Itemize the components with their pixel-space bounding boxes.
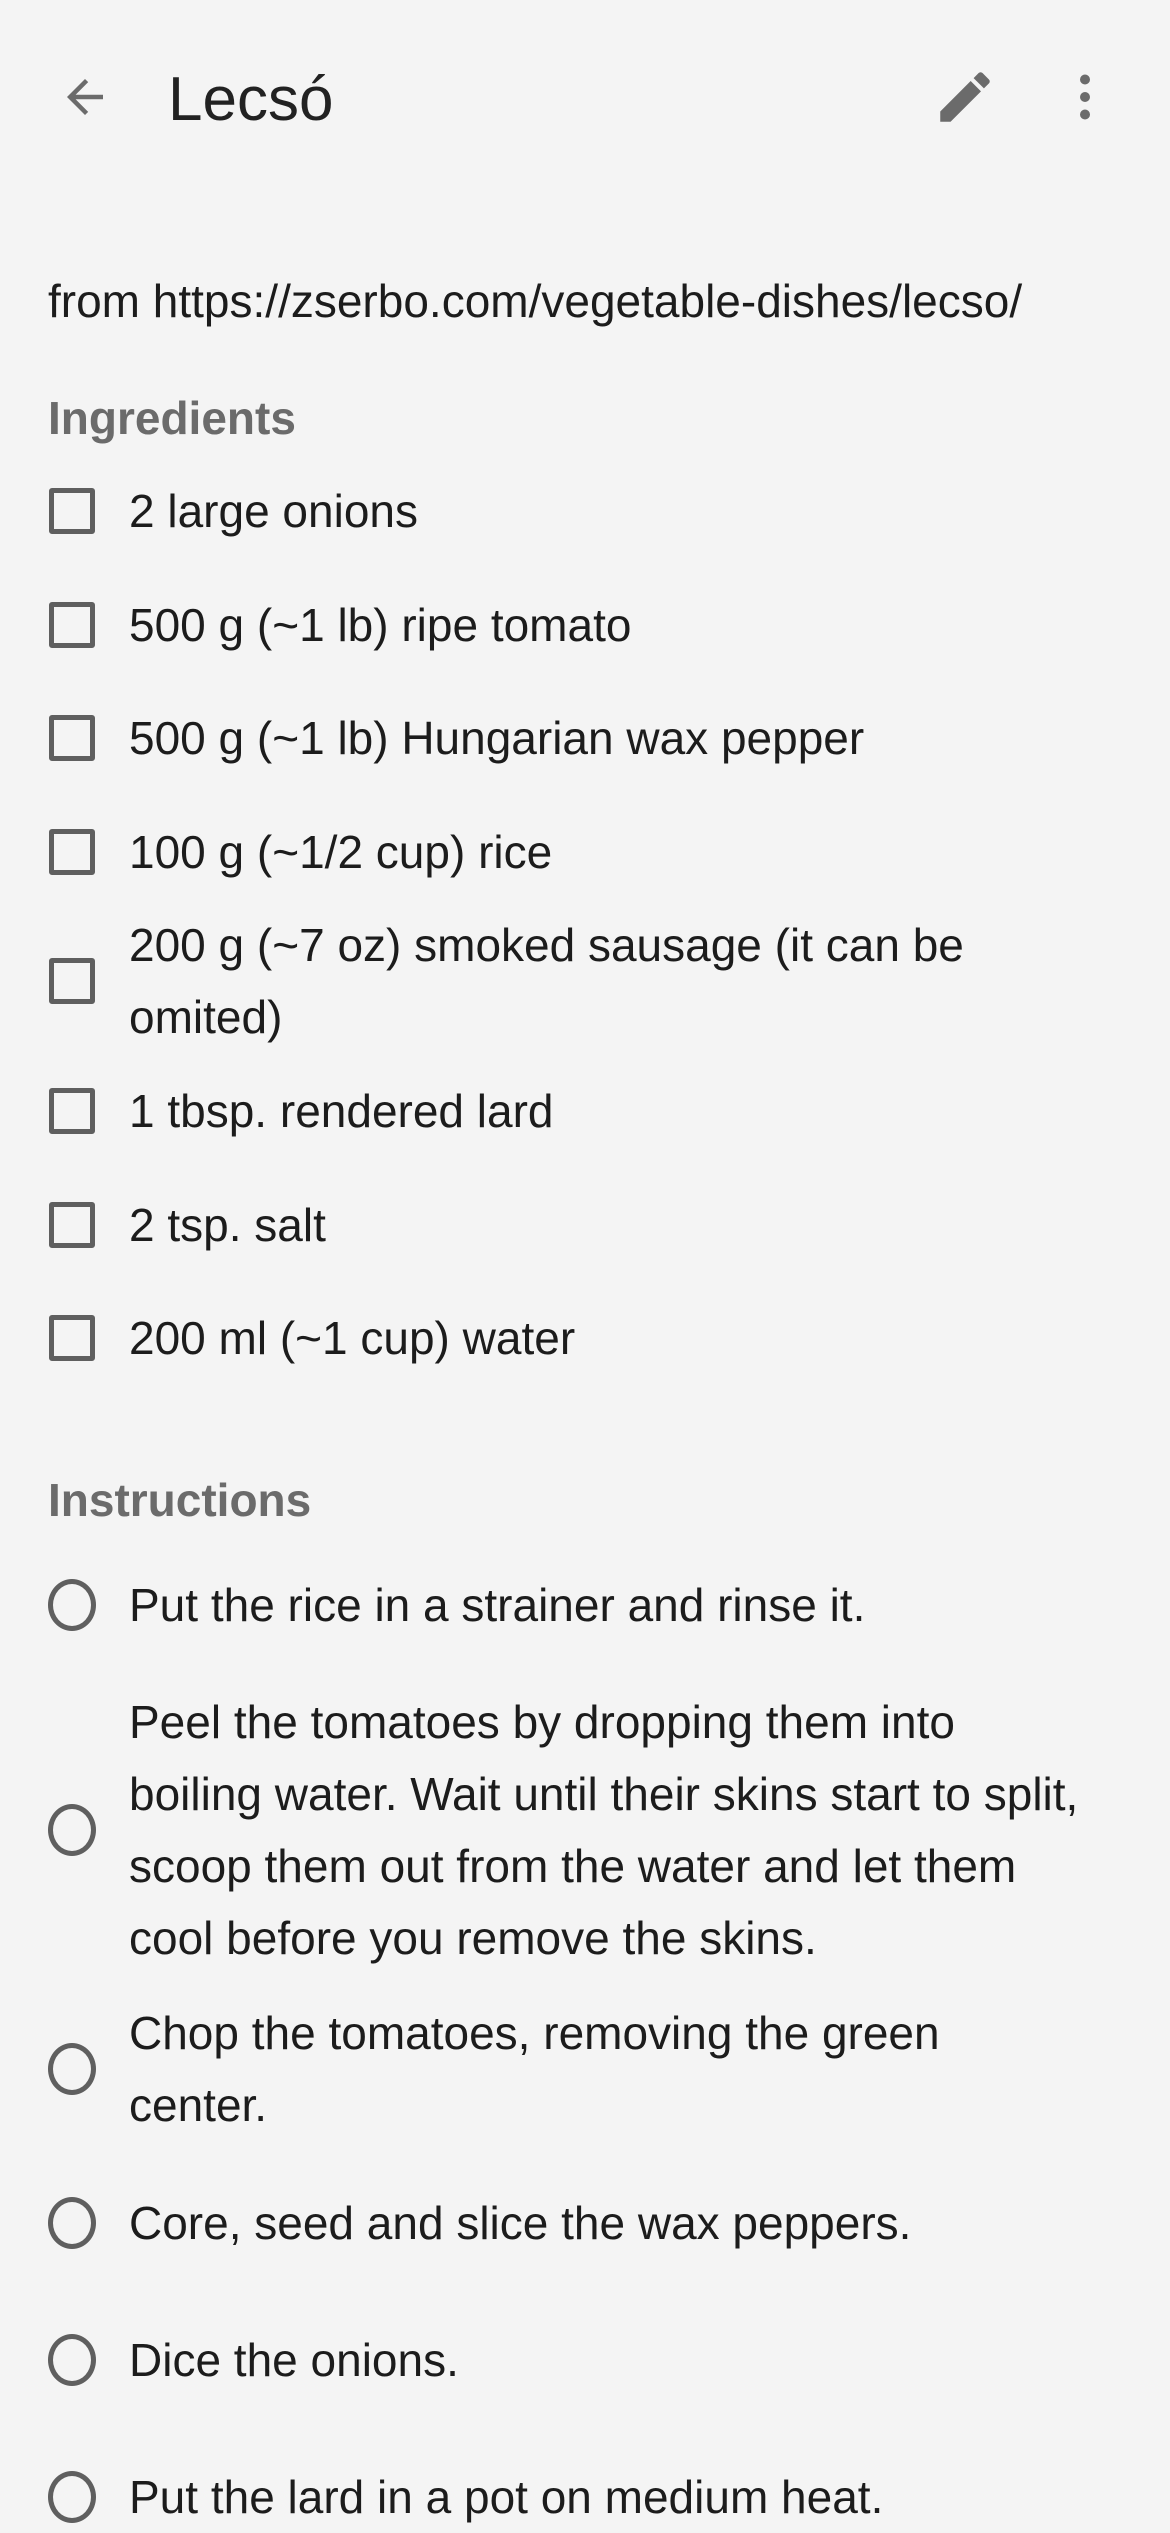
app-bar: Lecsó [0, 0, 1170, 200]
ingredient-item[interactable]: 500 g (~1 lb) ripe tomato [0, 589, 1170, 661]
ingredient-checkbox[interactable] [48, 714, 96, 762]
back-button[interactable] [40, 48, 130, 146]
ingredient-item[interactable]: 2 tsp. salt [0, 1189, 1170, 1261]
ingredient-checkbox[interactable] [48, 957, 96, 1005]
step-radio[interactable] [48, 2043, 96, 2095]
ingredient-label: 100 g (~1/2 cup) rice [129, 826, 553, 878]
edit-button[interactable] [920, 48, 1010, 146]
more-vert-icon [1080, 74, 1090, 120]
arrow-back-icon [67, 79, 103, 115]
ingredient-label: 2 large onions [129, 485, 418, 537]
step-label: Peel the tomatoes by dropping them into … [129, 1696, 1079, 1964]
ingredient-checkbox[interactable] [48, 487, 96, 535]
step-radio[interactable] [48, 1804, 96, 1856]
ingredient-label: 2 tsp. salt [129, 1199, 326, 1251]
instruction-step[interactable]: Core, seed and slice the wax peppers. [0, 2187, 1170, 2259]
step-label: Chop the tomatoes, removing the green ce… [129, 2007, 940, 2131]
ingredient-label: 200 ml (~1 cup) water [129, 1312, 576, 1364]
ingredient-item[interactable]: 500 g (~1 lb) Hungarian wax pepper [0, 702, 1170, 774]
ingredient-item[interactable]: 200 ml (~1 cup) water [0, 1302, 1170, 1374]
instruction-step[interactable]: Dice the onions. [0, 2324, 1170, 2396]
ingredient-checkbox[interactable] [48, 1087, 96, 1135]
step-radio[interactable] [48, 2334, 96, 2386]
ingredient-checkbox[interactable] [48, 601, 96, 649]
step-radio[interactable] [48, 2471, 96, 2523]
instruction-step[interactable]: Put the rice in a strainer and rinse it. [0, 1569, 1170, 1641]
ingredients-heading: Ingredients [48, 392, 296, 444]
instruction-step[interactable]: Peel the tomatoes by dropping them into … [0, 1686, 1170, 1974]
ingredient-label: 200 g (~7 oz) smoked sausage (it can be … [129, 919, 964, 1043]
recipe-source: from https://zserbo.com/vegetable-dishes… [48, 275, 1023, 327]
ingredient-item[interactable]: 200 g (~7 oz) smoked sausage (it can be … [0, 909, 1170, 1053]
ingredient-item[interactable]: 100 g (~1/2 cup) rice [0, 816, 1170, 888]
step-radio[interactable] [48, 2197, 96, 2249]
step-label: Core, seed and slice the wax peppers. [129, 2197, 912, 2249]
pencil-icon [940, 72, 990, 122]
ingredient-label: 1 tbsp. rendered lard [129, 1085, 554, 1137]
ingredient-checkbox[interactable] [48, 1314, 96, 1362]
more-options-button[interactable] [1040, 48, 1130, 146]
ingredient-item[interactable]: 1 tbsp. rendered lard [0, 1075, 1170, 1147]
ingredient-label: 500 g (~1 lb) ripe tomato [129, 599, 632, 651]
page-title: Lecsó [168, 65, 334, 134]
instructions-heading: Instructions [48, 1474, 312, 1526]
ingredient-label: 500 g (~1 lb) Hungarian wax pepper [129, 712, 865, 764]
ingredient-item[interactable]: 2 large onions [0, 475, 1170, 547]
ingredient-checkbox[interactable] [48, 828, 96, 876]
ingredient-checkbox[interactable] [48, 1201, 96, 1249]
step-radio[interactable] [48, 1579, 96, 1631]
step-label: Put the rice in a strainer and rinse it. [129, 1579, 866, 1631]
step-label: Put the lard in a pot on medium heat. [129, 2471, 884, 2523]
instruction-step[interactable]: Chop the tomatoes, removing the green ce… [0, 1997, 1170, 2141]
instruction-step[interactable]: Put the lard in a pot on medium heat. [0, 2461, 1170, 2533]
step-label: Dice the onions. [129, 2334, 459, 2386]
